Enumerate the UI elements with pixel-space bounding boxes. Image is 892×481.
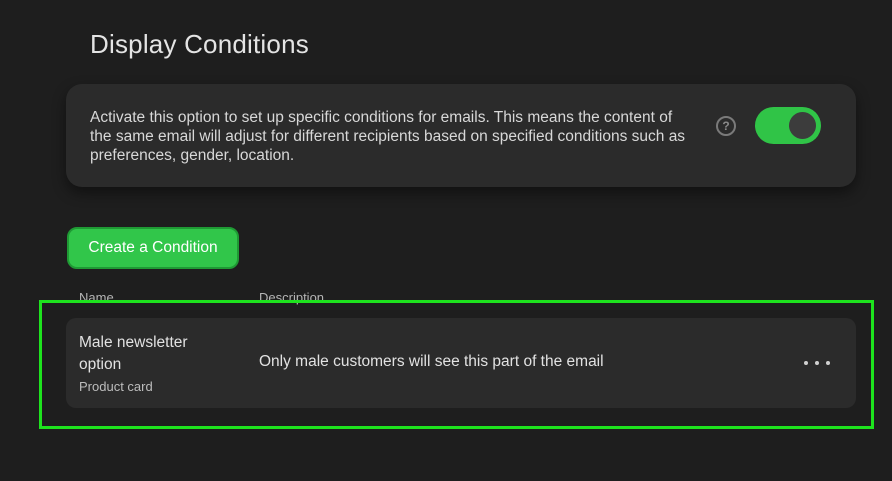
help-icon[interactable]: ? (716, 116, 736, 136)
more-dot (815, 361, 819, 365)
display-conditions-page: Display Conditions Activate this option … (0, 0, 892, 481)
table-row[interactable]: Male newsletter option Product card Only… (66, 318, 856, 408)
condition-type: Product card (79, 379, 153, 394)
more-dot (804, 361, 808, 365)
toggle-knob (789, 112, 816, 139)
page-title: Display Conditions (90, 29, 309, 59)
condition-description: Only male customers will see this part o… (259, 353, 604, 370)
info-description: Activate this option to set up specific … (90, 109, 686, 164)
more-dot (826, 361, 830, 365)
condition-name: Male newsletter option (79, 334, 188, 373)
more-options-icon[interactable] (804, 354, 830, 372)
info-card: Activate this option to set up specific … (66, 84, 856, 187)
display-conditions-toggle[interactable] (755, 107, 821, 144)
create-condition-button[interactable]: Create a Condition (67, 227, 239, 269)
